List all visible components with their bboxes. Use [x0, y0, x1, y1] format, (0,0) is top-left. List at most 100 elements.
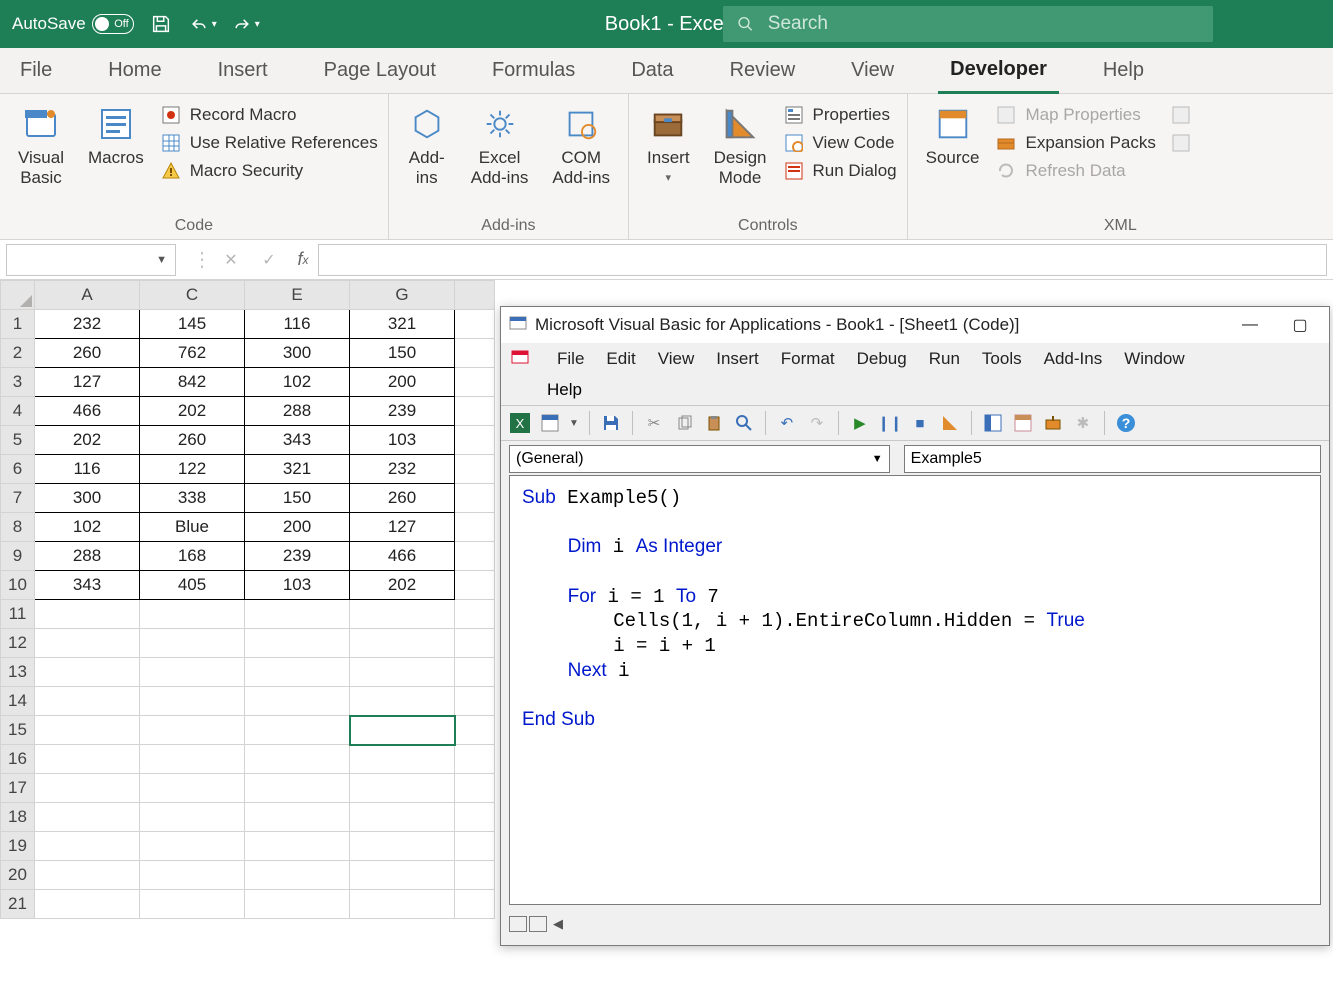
cell[interactable] — [350, 745, 455, 774]
column-header[interactable]: C — [140, 281, 245, 310]
cell[interactable] — [35, 658, 140, 687]
row-header[interactable]: 14 — [1, 687, 35, 716]
row-header[interactable]: 13 — [1, 658, 35, 687]
chevron-down-icon[interactable]: ▼ — [569, 418, 579, 429]
vba-menu-window[interactable]: Window — [1124, 349, 1184, 368]
tab-review[interactable]: Review — [718, 48, 808, 94]
cell[interactable] — [140, 629, 245, 658]
cell[interactable]: 260 — [350, 484, 455, 513]
cell[interactable]: 102 — [245, 368, 350, 397]
cell[interactable] — [245, 716, 350, 745]
cell[interactable] — [245, 658, 350, 687]
cell[interactable] — [35, 861, 140, 890]
row-header[interactable]: 9 — [1, 542, 35, 571]
cell[interactable]: 103 — [245, 571, 350, 600]
row-header[interactable]: 4 — [1, 397, 35, 426]
vba-menu-insert[interactable]: Insert — [716, 349, 759, 368]
visual-basic-button[interactable]: Visual Basic — [10, 100, 72, 191]
cell[interactable] — [350, 803, 455, 832]
cell[interactable]: 202 — [140, 397, 245, 426]
save-icon[interactable] — [600, 412, 622, 434]
tab-file[interactable]: File — [8, 48, 64, 94]
row-header[interactable]: 11 — [1, 600, 35, 629]
cell[interactable] — [245, 745, 350, 774]
cell[interactable]: 103 — [350, 426, 455, 455]
row-header[interactable]: 19 — [1, 832, 35, 861]
redo-button[interactable]: ▾ — [231, 14, 260, 34]
cell[interactable]: 762 — [140, 339, 245, 368]
full-module-view-button[interactable] — [529, 916, 547, 932]
cell[interactable]: 343 — [35, 571, 140, 600]
tab-view[interactable]: View — [839, 48, 906, 94]
run-icon[interactable]: ▶ — [849, 412, 871, 434]
cell[interactable]: 168 — [140, 542, 245, 571]
name-box[interactable]: ▼ — [6, 244, 176, 276]
scroll-left-icon[interactable]: ◀ — [553, 916, 563, 932]
search-box[interactable] — [723, 6, 1213, 42]
vba-window[interactable]: Microsoft Visual Basic for Applications … — [500, 306, 1330, 946]
maximize-button[interactable]: ▢ — [1279, 311, 1321, 339]
insert-module-icon[interactable] — [539, 412, 561, 434]
properties-button[interactable]: Properties — [783, 104, 897, 126]
cell[interactable] — [245, 803, 350, 832]
cell[interactable]: 288 — [245, 397, 350, 426]
record-macro-button[interactable]: Record Macro — [160, 104, 378, 126]
cell[interactable]: 466 — [350, 542, 455, 571]
paste-icon[interactable] — [703, 412, 725, 434]
cell[interactable] — [35, 803, 140, 832]
cell[interactable]: 338 — [140, 484, 245, 513]
cell[interactable]: Blue — [140, 513, 245, 542]
cell[interactable] — [350, 890, 455, 919]
row-header[interactable]: 17 — [1, 774, 35, 803]
tab-help[interactable]: Help — [1091, 48, 1156, 94]
row-header[interactable]: 2 — [1, 339, 35, 368]
design-mode-icon[interactable] — [939, 412, 961, 434]
row-header[interactable]: 10 — [1, 571, 35, 600]
row-header[interactable]: 15 — [1, 716, 35, 745]
cell[interactable]: 321 — [350, 310, 455, 339]
cell[interactable] — [245, 774, 350, 803]
row-header[interactable]: 12 — [1, 629, 35, 658]
save-icon[interactable] — [148, 11, 174, 37]
row-header[interactable]: 20 — [1, 861, 35, 890]
cell[interactable] — [140, 658, 245, 687]
tab-home[interactable]: Home — [96, 48, 173, 94]
formula-input[interactable] — [318, 244, 1327, 276]
vba-menu-format[interactable]: Format — [781, 349, 835, 368]
object-browser-icon[interactable] — [1042, 412, 1064, 434]
cell[interactable] — [35, 890, 140, 919]
cell[interactable] — [350, 832, 455, 861]
toolbox-icon[interactable]: ✱ — [1072, 412, 1094, 434]
vba-menu-debug[interactable]: Debug — [857, 349, 907, 368]
enter-formula-button[interactable]: ✓ — [250, 245, 288, 275]
macros-button[interactable]: Macros — [80, 100, 152, 172]
cell[interactable] — [350, 600, 455, 629]
undo-button[interactable]: ▾ — [188, 14, 217, 34]
cell[interactable]: 300 — [35, 484, 140, 513]
com-addins-button[interactable]: COM Add-ins — [544, 100, 618, 191]
cell[interactable] — [140, 774, 245, 803]
cell[interactable] — [140, 890, 245, 919]
expansion-packs-button[interactable]: Expansion Packs — [995, 132, 1155, 154]
vba-menu-view[interactable]: View — [658, 349, 695, 368]
vba-object-dropdown[interactable]: (General)▼ — [509, 445, 890, 473]
cell[interactable] — [35, 687, 140, 716]
cell[interactable] — [140, 600, 245, 629]
cut-icon[interactable]: ✂ — [643, 412, 665, 434]
fx-icon[interactable]: fx — [288, 245, 318, 275]
cell[interactable]: 127 — [35, 368, 140, 397]
row-header[interactable]: 16 — [1, 745, 35, 774]
cell[interactable] — [350, 716, 455, 745]
row-header[interactable]: 5 — [1, 426, 35, 455]
break-icon[interactable]: ❙❙ — [879, 412, 901, 434]
view-code-button[interactable]: View Code — [783, 132, 897, 154]
cell[interactable] — [350, 687, 455, 716]
cell[interactable] — [245, 629, 350, 658]
tab-formulas[interactable]: Formulas — [480, 48, 587, 94]
autosave-toggle[interactable]: AutoSave Off — [12, 14, 134, 34]
cell[interactable]: 150 — [350, 339, 455, 368]
cell[interactable] — [350, 658, 455, 687]
procedure-view-button[interactable] — [509, 916, 527, 932]
row-header[interactable]: 7 — [1, 484, 35, 513]
properties-window-icon[interactable] — [1012, 412, 1034, 434]
